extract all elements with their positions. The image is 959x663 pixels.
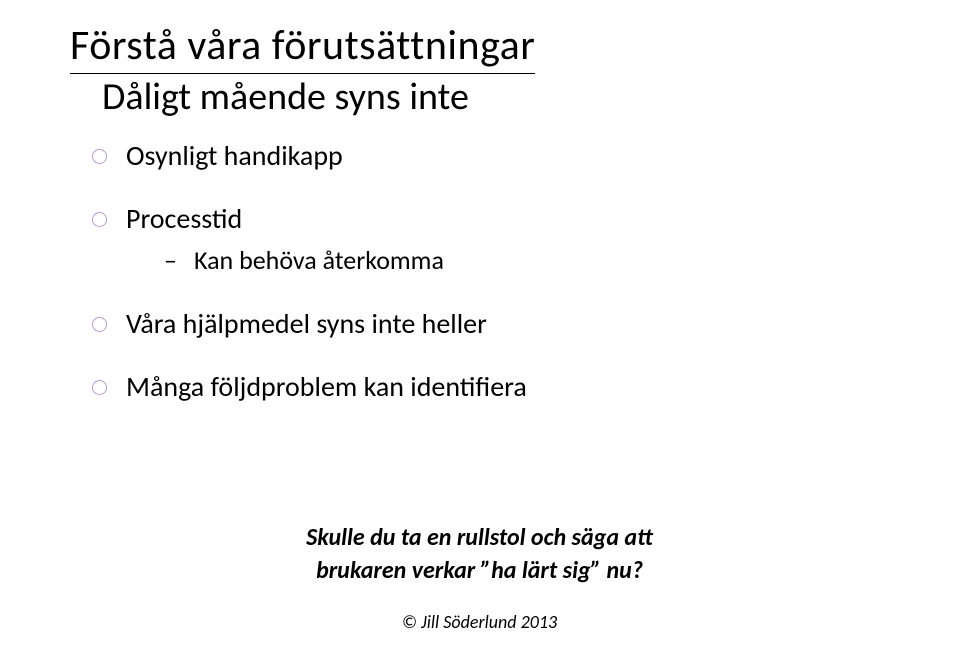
sub-list: Kan behöva återkomma	[164, 244, 889, 278]
slide-subtitle: Dåligt mående syns inte	[70, 74, 889, 120]
footer-text: © Jill Söderlund 2013	[402, 611, 557, 633]
slide-title: Förstå våra förutsättningar	[70, 20, 889, 74]
bullet-text: Våra hjälpmedel syns inte heller	[126, 306, 487, 341]
list-item: Osynligt handikapp	[92, 138, 889, 173]
list-item: Processtid Kan behöva återkomma	[92, 201, 889, 278]
bullet-list: Osynligt handikapp Processtid Kan behöva…	[92, 138, 889, 404]
slide: Förstå våra förutsättningar Dåligt måend…	[0, 0, 959, 663]
sub-list-item: Kan behöva återkomma	[164, 244, 889, 278]
list-item: Många följdproblem kan identifiera	[92, 369, 889, 404]
title-text: Förstå våra förutsättningar	[70, 20, 535, 74]
bullet-text: Osynligt handikapp	[126, 138, 343, 173]
callout: Skulle du ta en rullstol och säga att br…	[200, 522, 760, 587]
list-item: Våra hjälpmedel syns inte heller	[92, 306, 889, 341]
callout-line-1: Skulle du ta en rullstol och säga att	[200, 522, 760, 554]
bullet-text: Många följdproblem kan identifiera	[126, 369, 527, 404]
sub-bullet-text: Kan behöva återkomma	[194, 244, 444, 276]
callout-line-2: brukaren verkar ”ha lärt sig” nu?	[200, 555, 760, 587]
bullet-text: Processtid	[126, 201, 242, 236]
